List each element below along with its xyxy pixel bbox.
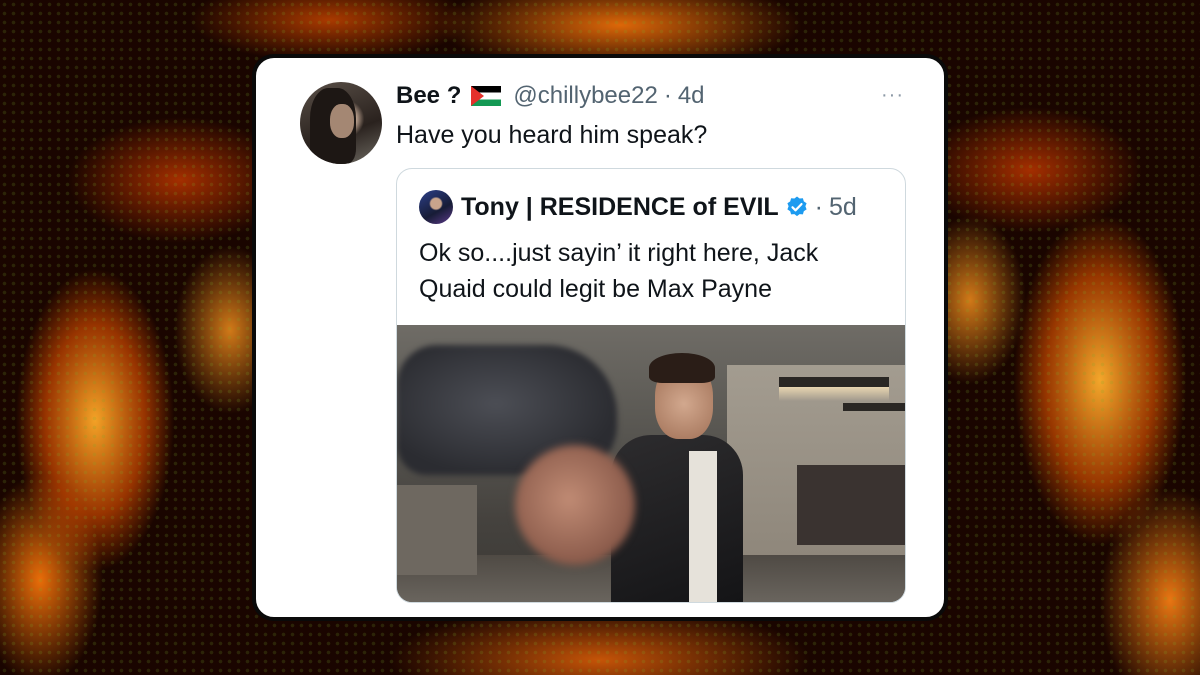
tweet-text: Have you heard him speak? [396, 121, 708, 149]
author-avatar[interactable] [300, 82, 382, 164]
quoted-tweet-header: Tony | RESIDENCE of EVIL · 5d [419, 189, 857, 225]
more-options-icon[interactable]: ··· [881, 84, 904, 107]
author-name[interactable]: Bee ? [396, 80, 461, 112]
verified-badge-icon [785, 195, 809, 219]
photo-ceiling-lamp [779, 377, 889, 387]
photo-shelf [797, 465, 905, 545]
tweet-card[interactable]: Bee ? @chillybee22 · 4d ··· Have you hea… [252, 54, 948, 621]
author-handle[interactable]: @chillybee22 [513, 80, 657, 112]
quoted-tweet-text: Ok so....just sayin’ it right here, Jack… [419, 235, 889, 307]
quoted-tweet[interactable]: Tony | RESIDENCE of EVIL · 5d Ok so....j… [396, 168, 906, 603]
photo-blurred-hand [515, 445, 635, 565]
quoted-tweet-photo[interactable] [397, 325, 905, 602]
quoted-text-line: Quaid could legit be Max Payne [419, 275, 772, 303]
photo-cabinet [397, 485, 477, 575]
quoted-author-name[interactable]: Tony | RESIDENCE of EVIL [461, 193, 779, 222]
tweet-header: Bee ? @chillybee22 · 4d [396, 80, 705, 112]
quoted-separator-dot: · [814, 192, 823, 221]
separator-dot: · [663, 82, 672, 109]
quoted-text-line: Ok so....just sayin’ it right here, Jack [419, 239, 819, 267]
quoted-tweet-age[interactable]: 5d [829, 193, 857, 222]
photo-lamp-glow [779, 387, 889, 401]
photo-man-hair [649, 353, 715, 383]
photo-ceiling-lamp [843, 403, 905, 411]
tweet-age[interactable]: 4d [678, 80, 705, 112]
quoted-author-avatar[interactable] [419, 190, 453, 224]
avatar-face [330, 104, 354, 138]
palestine-flag-icon [471, 86, 502, 106]
photo-man-shirt [689, 451, 717, 602]
